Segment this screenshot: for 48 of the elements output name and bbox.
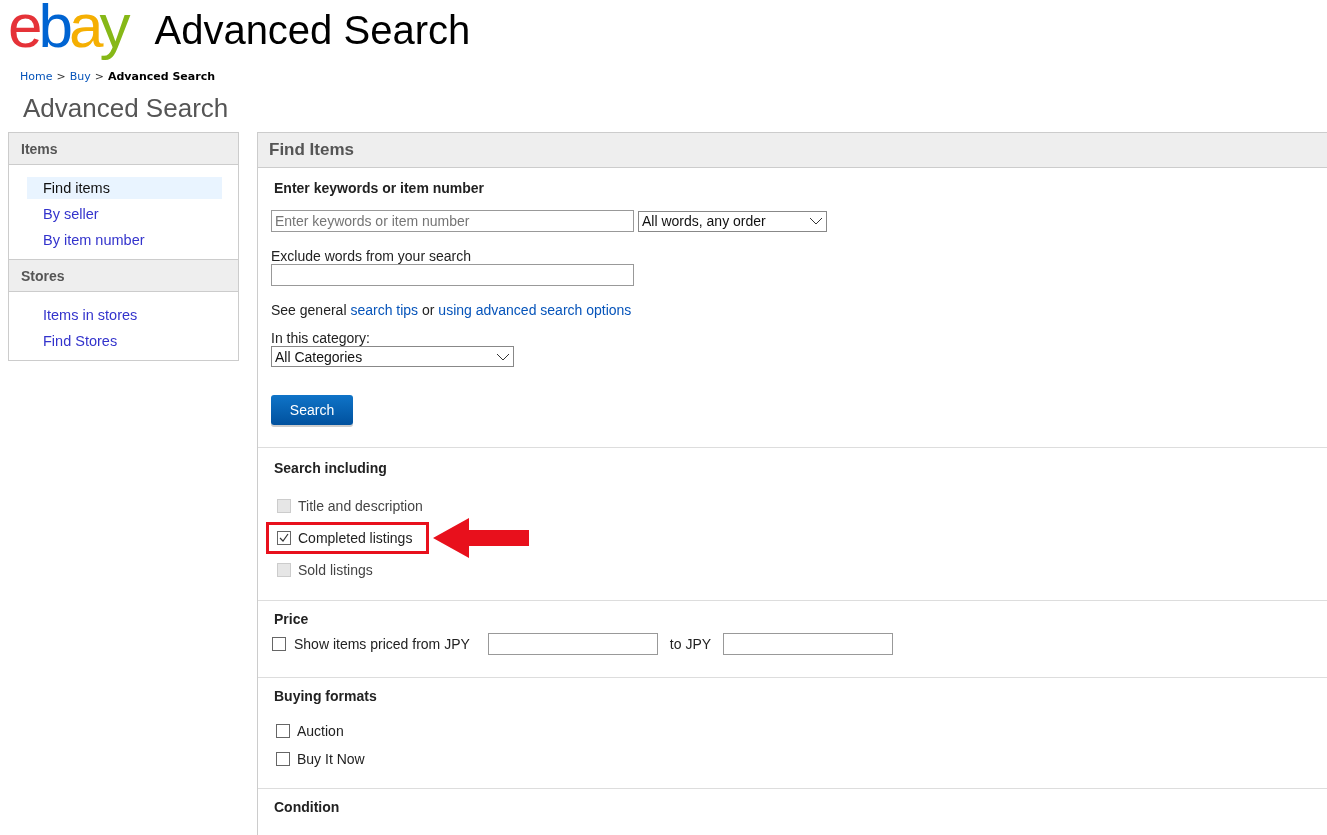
checkbox[interactable] <box>276 752 290 766</box>
field-label: In this category: <box>271 330 371 346</box>
option-label: Show items priced from JPY <box>294 636 470 652</box>
option-label: Completed listings <box>298 530 413 546</box>
option-label: to JPY <box>669 636 712 652</box>
section-heading: Condition <box>274 799 341 815</box>
option-label: Sold listings <box>298 562 373 578</box>
page-title: Advanced Search <box>23 93 230 124</box>
option-label: Buy It Now <box>297 751 365 767</box>
match-select[interactable]: All words, any order <box>638 210 827 232</box>
sidebar-item[interactable]: By seller <box>27 203 222 225</box>
ebay-logo[interactable]: ebay <box>8 0 135 65</box>
breadcrumb-current-page: Advanced Search <box>107 70 216 83</box>
option-label: Title and description <box>298 498 423 514</box>
breadcrumb-link[interactable]: Home <box>20 70 53 83</box>
sidebar-item[interactable]: Find items <box>27 177 222 199</box>
breadcrumb-separator: > <box>94 70 104 83</box>
chevron-down-icon <box>496 352 510 361</box>
price-to-input[interactable] <box>723 633 894 655</box>
keywords-input[interactable]: Enter keywords or item number <box>271 210 634 232</box>
exclude-input[interactable] <box>271 264 634 286</box>
section-heading: Search including <box>274 460 388 476</box>
price-from-input[interactable] <box>487 633 658 655</box>
site-title: Advanced Search <box>154 7 471 53</box>
tips-text: See general search tips or using advanced search options <box>271 302 633 318</box>
sidebar-heading: Stores <box>9 259 238 292</box>
checkbox[interactable] <box>276 724 290 738</box>
search-button[interactable]: Search <box>271 395 353 425</box>
sidebar-item[interactable]: By item number <box>27 229 222 251</box>
search-tips-link[interactable]: search tips <box>350 302 419 318</box>
chevron-down-icon <box>809 217 823 225</box>
option-label: Auction <box>297 723 344 739</box>
checkbox[interactable] <box>272 637 286 651</box>
sidebar-heading: Items <box>9 133 238 165</box>
arrow-left-icon <box>433 516 532 560</box>
panel-title: Find Items <box>258 133 1327 168</box>
section-heading: Price <box>274 611 310 627</box>
field-label: Exclude words from your search <box>271 248 472 264</box>
section-heading: Buying formats <box>274 688 378 704</box>
sidebar-item[interactable]: Items in stores <box>27 304 222 326</box>
breadcrumb-link[interactable]: Buy <box>69 70 91 83</box>
sidebar-item[interactable]: Find Stores <box>27 330 222 352</box>
advanced-options-link[interactable]: using advanced search options <box>438 302 632 318</box>
breadcrumb-separator: > <box>56 70 66 83</box>
category-select[interactable]: All Categories <box>271 346 514 367</box>
section-heading: Enter keywords or item number <box>274 180 486 196</box>
checkmark-icon <box>279 533 289 543</box>
checkbox[interactable] <box>277 531 291 545</box>
